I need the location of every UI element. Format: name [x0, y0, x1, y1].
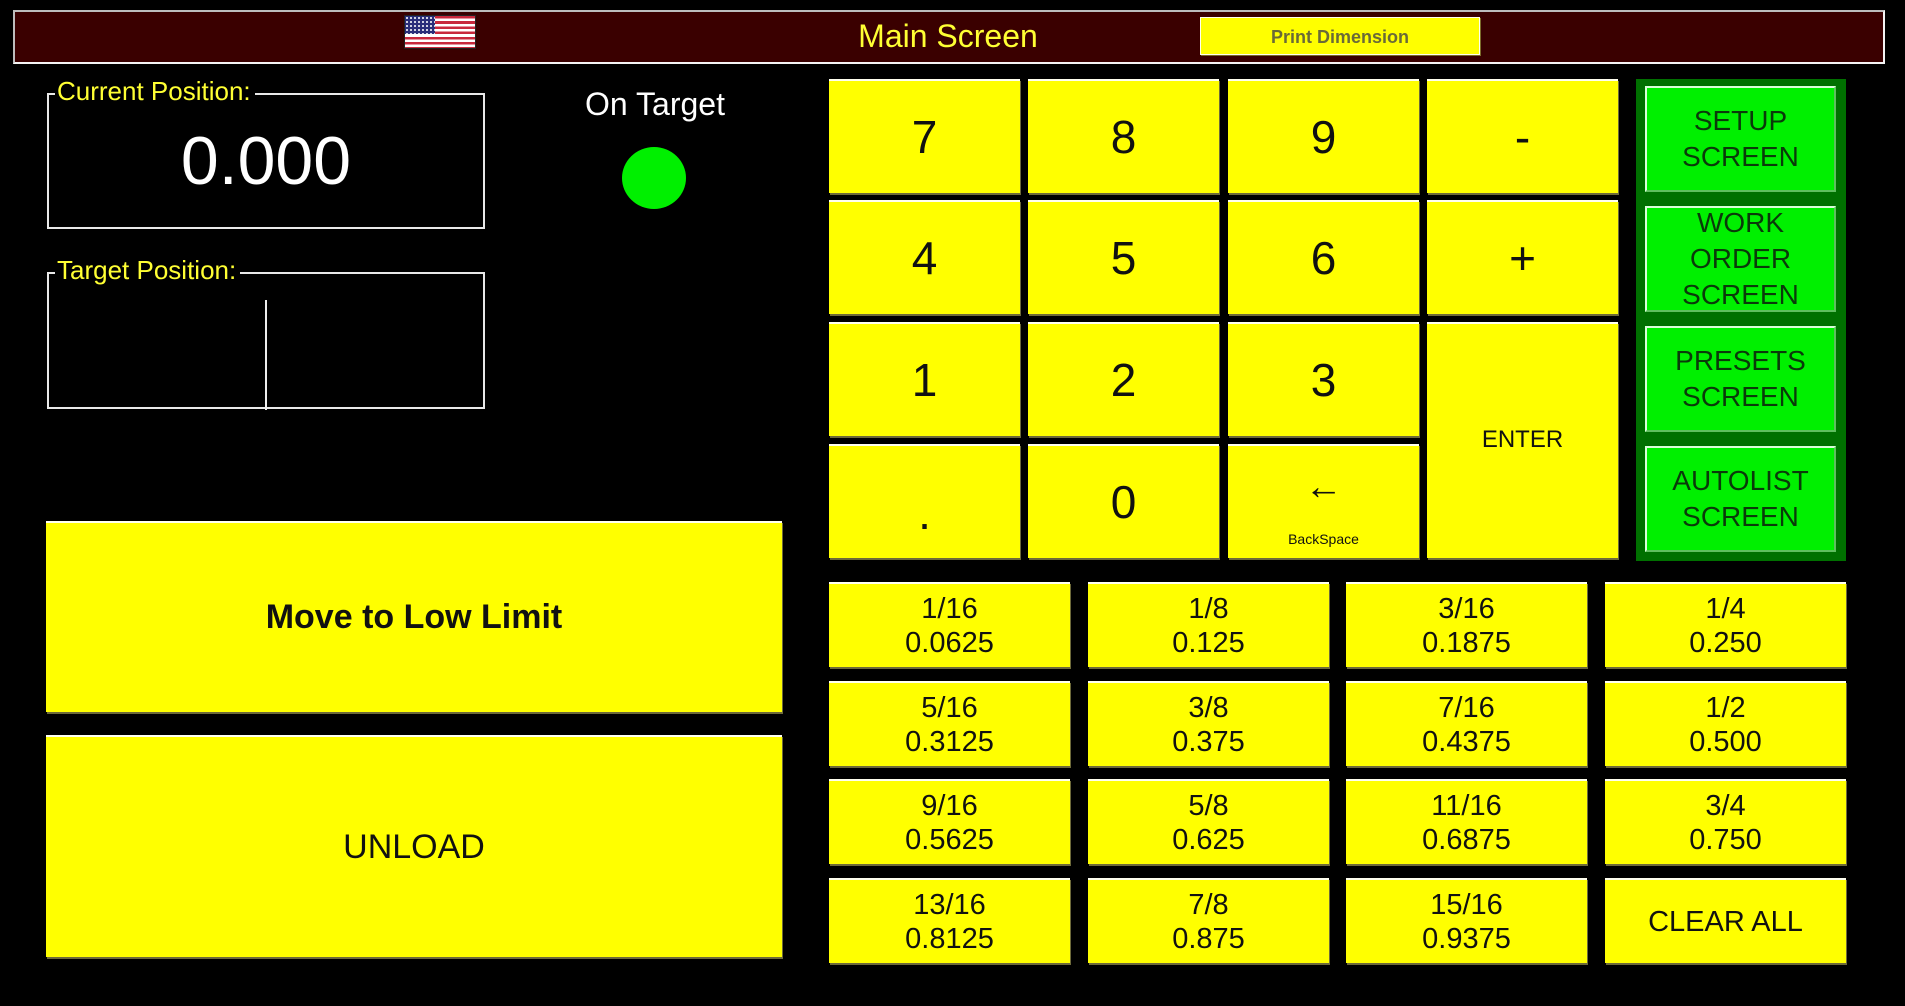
- key-9[interactable]: 9: [1228, 79, 1419, 193]
- fraction-label: 1/2: [1705, 691, 1746, 724]
- fraction-label: 7/16: [1438, 691, 1495, 724]
- fraction-button[interactable]: 1/2 0.500: [1605, 681, 1846, 766]
- key-5[interactable]: 5: [1028, 200, 1219, 314]
- fraction-label: 15/16: [1430, 888, 1503, 921]
- current-position-label: Current Position:: [55, 77, 255, 105]
- move-to-low-limit-button[interactable]: Move to Low Limit: [46, 521, 782, 712]
- decimal-label: 0.9375: [1422, 922, 1511, 955]
- fraction-button[interactable]: 5/16 0.3125: [829, 681, 1070, 766]
- key-0[interactable]: 0: [1028, 444, 1219, 558]
- decimal-label: 0.125: [1172, 626, 1245, 659]
- decimal-label: 0.750: [1689, 823, 1762, 856]
- key-4[interactable]: 4: [829, 200, 1020, 314]
- current-position-value: 0.000: [180, 123, 352, 199]
- fraction-button[interactable]: 1/16 0.0625: [829, 582, 1070, 667]
- us-flag-icon[interactable]: [404, 15, 476, 49]
- key-minus[interactable]: -: [1427, 79, 1618, 193]
- fraction-label: 5/16: [921, 691, 978, 724]
- flag-canton: [405, 16, 435, 34]
- enter-button[interactable]: ENTER: [1427, 322, 1618, 558]
- fraction-button[interactable]: 1/8 0.125: [1088, 582, 1329, 667]
- key-7[interactable]: 7: [829, 79, 1020, 193]
- key-6[interactable]: 6: [1228, 200, 1419, 314]
- backspace-button[interactable]: ← BackSpace: [1228, 444, 1419, 558]
- key-plus[interactable]: +: [1427, 200, 1618, 314]
- fraction-button[interactable]: 1/4 0.250: [1605, 582, 1846, 667]
- fraction-label: 5/8: [1188, 789, 1229, 822]
- presets-screen-button[interactable]: PRESETS SCREEN: [1645, 326, 1836, 432]
- text-cursor: [265, 300, 267, 410]
- key-3[interactable]: 3: [1228, 322, 1419, 436]
- decimal-label: 0.625: [1172, 823, 1245, 856]
- on-target-label: On Target: [585, 86, 725, 122]
- print-dimension-button[interactable]: Print Dimension: [1200, 17, 1480, 55]
- move-to-low-limit-label: Move to Low Limit: [265, 598, 563, 636]
- fraction-button[interactable]: 7/16 0.4375: [1346, 681, 1587, 766]
- decimal-label: 0.1875: [1422, 626, 1511, 659]
- decimal-label: 0.3125: [905, 725, 994, 758]
- key-2[interactable]: 2: [1028, 322, 1219, 436]
- clear-all-button[interactable]: CLEAR ALL: [1605, 878, 1846, 963]
- decimal-label: 0.375: [1172, 725, 1245, 758]
- decimal-label: 0.6875: [1422, 823, 1511, 856]
- key-1[interactable]: 1: [829, 322, 1020, 436]
- decimal-label: 0.8125: [905, 922, 994, 955]
- fraction-label: 11/16: [1431, 789, 1502, 822]
- fraction-button[interactable]: 3/4 0.750: [1605, 779, 1846, 864]
- fraction-button[interactable]: 11/16 0.6875: [1346, 779, 1587, 864]
- decimal-label: 0.5625: [905, 823, 994, 856]
- fraction-button[interactable]: 3/16 0.1875: [1346, 582, 1587, 667]
- decimal-label: 0.4375: [1422, 725, 1511, 758]
- fraction-label: 3/4: [1705, 789, 1746, 822]
- target-position-field[interactable]: Target Position:: [47, 256, 485, 410]
- setup-screen-button[interactable]: SETUP SCREEN: [1645, 86, 1836, 192]
- decimal-label: 0.0625: [905, 626, 994, 659]
- fraction-button[interactable]: 13/16 0.8125: [829, 878, 1070, 963]
- fraction-label: 1/16: [921, 592, 978, 625]
- fraction-label: 1/8: [1188, 592, 1229, 625]
- decimal-label: 0.875: [1172, 922, 1245, 955]
- fraction-button[interactable]: 9/16 0.5625: [829, 779, 1070, 864]
- fraction-button[interactable]: 15/16 0.9375: [1346, 878, 1587, 963]
- key-decimal-point[interactable]: .: [829, 444, 1020, 558]
- fraction-label: 1/4: [1705, 592, 1746, 625]
- fraction-label: 3/16: [1438, 592, 1495, 625]
- fraction-label: 13/16: [913, 888, 986, 921]
- current-position-frame: Current Position: 0.000: [47, 77, 485, 229]
- unload-button[interactable]: UNLOAD: [46, 735, 782, 957]
- fraction-button[interactable]: 7/8 0.875: [1088, 878, 1329, 963]
- fraction-label: 9/16: [921, 789, 978, 822]
- backspace-label: BackSpace: [1288, 531, 1359, 547]
- unload-label: UNLOAD: [343, 827, 485, 866]
- target-position-label: Target Position:: [55, 256, 241, 284]
- work-order-screen-button[interactable]: WORK ORDER SCREEN: [1645, 206, 1836, 312]
- fraction-button[interactable]: 5/8 0.625: [1088, 779, 1329, 864]
- page-title: Main Screen: [858, 18, 1038, 54]
- fraction-label: 7/8: [1188, 888, 1229, 921]
- key-8[interactable]: 8: [1028, 79, 1219, 193]
- decimal-label: 0.250: [1689, 626, 1762, 659]
- autolist-screen-button[interactable]: AUTOLIST SCREEN: [1645, 446, 1836, 552]
- fraction-label: 3/8: [1188, 691, 1229, 724]
- on-target-indicator: [622, 147, 686, 209]
- fraction-button[interactable]: 3/8 0.375: [1088, 681, 1329, 766]
- decimal-label: 0.500: [1689, 725, 1762, 758]
- backspace-arrow-icon: ←: [1304, 466, 1343, 508]
